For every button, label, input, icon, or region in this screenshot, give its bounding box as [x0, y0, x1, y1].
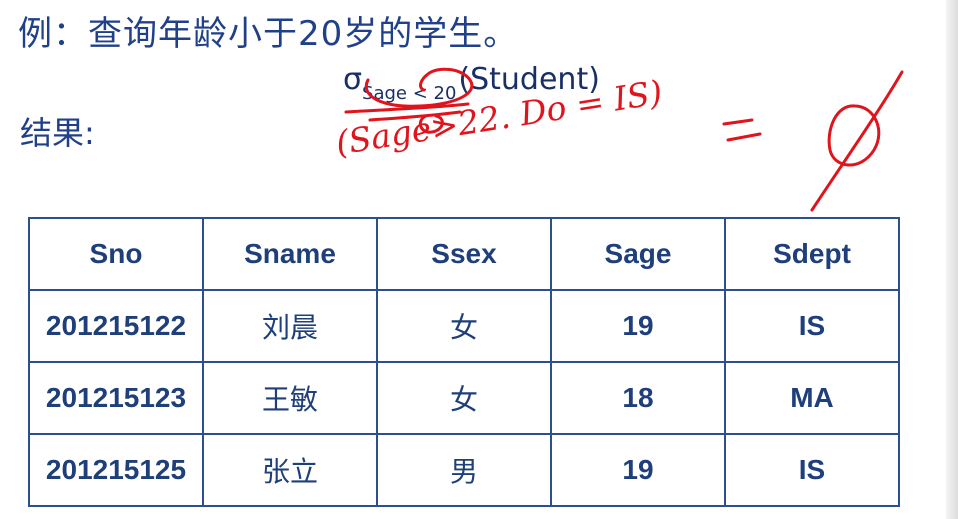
cell-sage: 18: [550, 361, 726, 435]
table-row: 201215125 张立 男 19 IS: [28, 433, 900, 507]
table-row: 201215122 刘晨 女 19 IS: [28, 289, 900, 363]
selection-condition: Sage < 20: [362, 83, 457, 104]
column-header: Sno: [28, 217, 204, 291]
student-table: Sno Sname Ssex Sage Sdept 201215122 刘晨 女…: [28, 217, 900, 507]
page-title: 例：查询年龄小于20岁的学生。: [18, 14, 519, 54]
slide-edge-shadow: [946, 0, 958, 519]
cell-sdept: MA: [724, 361, 900, 435]
table-header-row: Sno Sname Ssex Sage Sdept: [28, 217, 900, 291]
cell-sno: 201215123: [28, 361, 204, 435]
cell-sdept: IS: [724, 433, 900, 507]
annotation-equals-top: [722, 118, 754, 126]
cell-sname: 王敏: [202, 361, 378, 435]
annotation-equals-bottom: [726, 132, 762, 142]
table-row: 201215123 王敏 女 18 MA: [28, 361, 900, 435]
column-header: Sname: [202, 217, 378, 291]
cell-sno: 201215122: [28, 289, 204, 363]
sigma-symbol: σ: [343, 62, 363, 97]
cell-sno: 201215125: [28, 433, 204, 507]
cell-sage: 19: [550, 289, 726, 363]
cell-ssex: 女: [376, 289, 552, 363]
cell-sdept: IS: [724, 289, 900, 363]
cell-ssex: 女: [376, 361, 552, 435]
cell-sage: 19: [550, 433, 726, 507]
result-label: 结果:: [20, 114, 95, 152]
empty-set-circle: [827, 104, 881, 167]
cell-sname: 张立: [202, 433, 378, 507]
cell-ssex: 男: [376, 433, 552, 507]
column-header: Ssex: [376, 217, 552, 291]
empty-set-slash: [810, 70, 904, 212]
cell-sname: 刘晨: [202, 289, 378, 363]
column-header: Sage: [550, 217, 726, 291]
column-header: Sdept: [724, 217, 900, 291]
